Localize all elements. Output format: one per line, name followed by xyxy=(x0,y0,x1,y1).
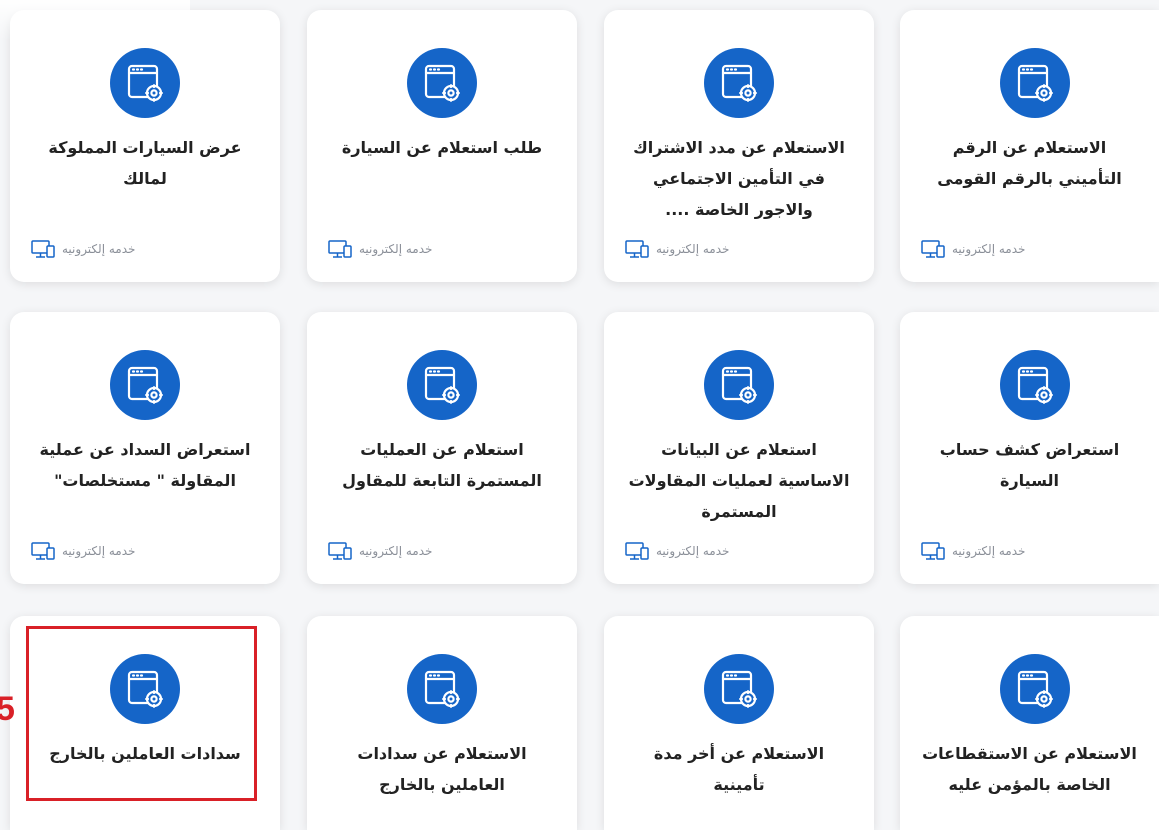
browser-gear-icon xyxy=(704,654,774,724)
service-type-label: خدمه إلكترونيه xyxy=(359,544,433,558)
service-title: الاستعلام عن مدد الاشتراك في التأمين الا… xyxy=(633,138,845,219)
service-card-contract-basic-data[interactable]: استعلام عن البيانات الاساسية لعمليات الم… xyxy=(604,312,874,584)
service-card-workers-abroad-inquiry[interactable]: الاستعلام عن سدادات العاملين بالخارج xyxy=(307,616,577,830)
service-title: طلب استعلام عن السيارة xyxy=(341,138,543,157)
monitor-icon xyxy=(921,542,945,560)
service-type-badge: خدمه إلكترونيه xyxy=(920,238,1025,260)
service-card-contractor-operations[interactable]: استعلام عن العمليات المستمرة التابعة للم… xyxy=(307,312,577,584)
service-title: استعراض السداد عن عملية المقاولة " مستخل… xyxy=(39,440,251,490)
service-card-insured-deductions[interactable]: الاستعلام عن الاستقطاعات الخاصة بالمؤمن … xyxy=(900,616,1159,830)
service-type-label: خدمه إلكترونيه xyxy=(359,242,433,256)
monitor-icon xyxy=(625,240,649,258)
service-type-label: خدمه إلكترونيه xyxy=(62,242,136,256)
services-grid: عرض السيارات المملوكة لمالك خدمه إلكترون… xyxy=(0,0,1159,830)
browser-gear-icon xyxy=(407,654,477,724)
service-card-car-account-statement[interactable]: استعراض كشف حساب السيارة خدمه إلكترونيه xyxy=(900,312,1159,584)
service-card-car-inquiry-request[interactable]: طلب استعلام عن السيارة خدمه إلكترونيه xyxy=(307,10,577,282)
service-type-badge: خدمه إلكترونيه xyxy=(920,540,1025,562)
browser-gear-icon xyxy=(407,48,477,118)
monitor-icon xyxy=(31,240,55,258)
step-number-marker: 5 xyxy=(0,690,15,728)
browser-gear-icon xyxy=(110,48,180,118)
service-title: سدادات العاملين بالخارج xyxy=(49,744,241,763)
monitor-icon xyxy=(921,240,945,258)
service-type-badge: خدمه إلكترونيه xyxy=(624,238,729,260)
monitor-icon xyxy=(328,542,352,560)
service-card-last-insurance-period[interactable]: الاستعلام عن أخر مدة تأمينية xyxy=(604,616,874,830)
service-type-badge: خدمه إلكترونيه xyxy=(327,540,432,562)
service-title: عرض السيارات المملوكة لمالك xyxy=(48,138,242,188)
service-title: استعراض كشف حساب السيارة xyxy=(939,440,1120,490)
monitor-icon xyxy=(328,240,352,258)
service-card-workers-abroad-payments[interactable]: سدادات العاملين بالخارج xyxy=(10,616,280,830)
browser-gear-icon xyxy=(704,48,774,118)
browser-gear-icon xyxy=(407,350,477,420)
browser-gear-icon xyxy=(1000,350,1070,420)
service-title: استعلام عن العمليات المستمرة التابعة للم… xyxy=(342,440,542,490)
service-card-insurance-number[interactable]: الاستعلام عن الرقم التأميني بالرقم القوم… xyxy=(900,10,1159,282)
service-type-label: خدمه إلكترونيه xyxy=(952,544,1026,558)
monitor-icon xyxy=(31,542,55,560)
service-type-label: خدمه إلكترونيه xyxy=(656,242,730,256)
service-title: الاستعلام عن سدادات العاملين بالخارج xyxy=(357,744,527,794)
browser-gear-icon xyxy=(1000,654,1070,724)
service-type-badge: خدمه إلكترونيه xyxy=(30,238,135,260)
service-type-badge: خدمه إلكترونيه xyxy=(624,540,729,562)
service-title: استعلام عن البيانات الاساسية لعمليات الم… xyxy=(628,440,850,521)
service-type-badge: خدمه إلكترونيه xyxy=(327,238,432,260)
service-title: الاستعلام عن أخر مدة تأمينية xyxy=(653,744,825,794)
service-type-label: خدمه إلكترونيه xyxy=(952,242,1026,256)
monitor-icon xyxy=(625,542,649,560)
service-type-label: خدمه إلكترونيه xyxy=(656,544,730,558)
service-card-subscription-periods[interactable]: الاستعلام عن مدد الاشتراك في التأمين الا… xyxy=(604,10,874,282)
browser-gear-icon xyxy=(110,654,180,724)
service-card-owner-cars[interactable]: عرض السيارات المملوكة لمالك خدمه إلكترون… xyxy=(10,10,280,282)
service-type-badge: خدمه إلكترونيه xyxy=(30,540,135,562)
browser-gear-icon xyxy=(704,350,774,420)
service-title: الاستعلام عن الرقم التأميني بالرقم القوم… xyxy=(937,138,1122,188)
service-type-label: خدمه إلكترونيه xyxy=(62,544,136,558)
service-card-contract-payments[interactable]: استعراض السداد عن عملية المقاولة " مستخل… xyxy=(10,312,280,584)
service-title: الاستعلام عن الاستقطاعات الخاصة بالمؤمن … xyxy=(922,744,1137,794)
browser-gear-icon xyxy=(110,350,180,420)
browser-gear-icon xyxy=(1000,48,1070,118)
